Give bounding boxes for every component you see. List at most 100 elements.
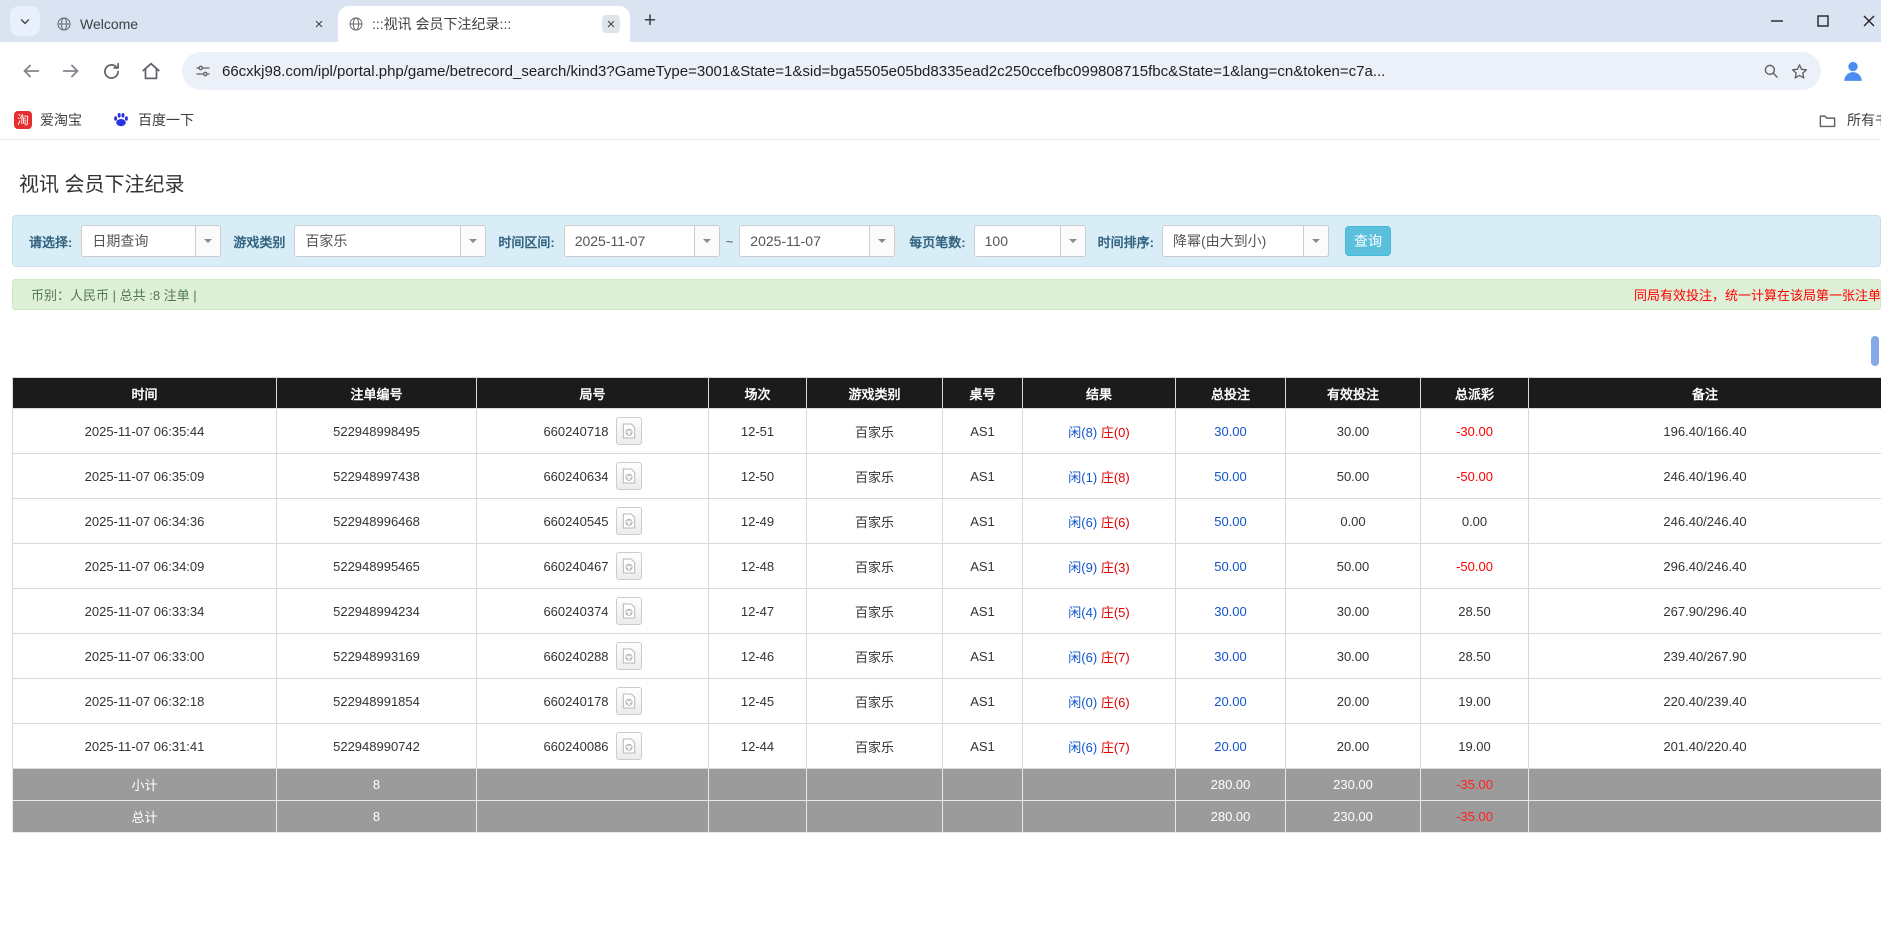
zoom-icon[interactable] bbox=[1762, 62, 1780, 80]
video-replay-button[interactable] bbox=[616, 507, 642, 535]
chevron-down-icon[interactable] bbox=[1303, 226, 1328, 256]
subtotal-total-bet: 280.00 bbox=[1176, 769, 1286, 801]
cell-total-bet[interactable]: 50.00 bbox=[1176, 454, 1286, 499]
video-replay-button[interactable] bbox=[616, 552, 642, 580]
video-replay-button[interactable] bbox=[616, 597, 642, 625]
close-window-button[interactable] bbox=[1846, 0, 1881, 42]
query-type-select[interactable]: 日期查询 bbox=[81, 225, 221, 257]
forward-button[interactable] bbox=[54, 54, 88, 88]
taobao-icon: 淘 bbox=[14, 111, 32, 129]
back-button[interactable] bbox=[14, 54, 48, 88]
bookmarks-bar: 淘 爱淘宝 百度一下 所有书签 bbox=[0, 100, 1881, 140]
chevron-down-icon[interactable] bbox=[694, 226, 719, 256]
subtotal-payout: -35.00 bbox=[1421, 769, 1529, 801]
bookmark-baidu[interactable]: 百度一下 bbox=[112, 110, 194, 130]
result-player: 闲(1) bbox=[1068, 470, 1097, 485]
video-replay-button[interactable] bbox=[616, 732, 642, 760]
video-replay-button[interactable] bbox=[616, 642, 642, 670]
chevron-down-icon[interactable] bbox=[195, 226, 220, 256]
tilde-separator: ~ bbox=[726, 234, 734, 249]
col-valid-bet: 有效投注 bbox=[1286, 378, 1421, 409]
round-number: 660240086 bbox=[543, 739, 608, 754]
cell-total-bet[interactable]: 20.00 bbox=[1176, 724, 1286, 769]
sort-value: 降幂(由大到小) bbox=[1163, 226, 1303, 256]
cell-total-bet[interactable]: 50.00 bbox=[1176, 499, 1286, 544]
cell-valid-bet: 30.00 bbox=[1286, 409, 1421, 454]
cell-valid-bet: 50.00 bbox=[1286, 454, 1421, 499]
sort-select[interactable]: 降幂(由大到小) bbox=[1162, 225, 1329, 257]
browser-toolbar: 66cxkj98.com/ipl/portal.php/game/betreco… bbox=[0, 42, 1881, 100]
site-info-icon[interactable] bbox=[194, 62, 212, 80]
url-text[interactable]: 66cxkj98.com/ipl/portal.php/game/betreco… bbox=[222, 63, 1752, 80]
result-banker: 庄(6) bbox=[1101, 695, 1130, 710]
cell-game-type: 百家乐 bbox=[807, 499, 943, 544]
cell-total-bet[interactable]: 20.00 bbox=[1176, 679, 1286, 724]
reload-button[interactable] bbox=[94, 54, 128, 88]
video-replay-button[interactable] bbox=[616, 462, 642, 490]
maximize-button[interactable] bbox=[1800, 0, 1846, 42]
url-bar[interactable]: 66cxkj98.com/ipl/portal.php/game/betreco… bbox=[182, 52, 1821, 90]
cell-total-bet[interactable]: 30.00 bbox=[1176, 589, 1286, 634]
table-row: 2025-11-07 06:33:00522948993169660240288… bbox=[13, 634, 1881, 679]
cell-game-type: 百家乐 bbox=[807, 679, 943, 724]
cell-total-bet[interactable]: 50.00 bbox=[1176, 544, 1286, 589]
cell-round: 660240288 bbox=[477, 634, 709, 679]
result-banker: 庄(8) bbox=[1101, 470, 1130, 485]
video-replay-button[interactable] bbox=[616, 687, 642, 715]
col-note: 备注 bbox=[1529, 378, 1881, 409]
tab-welcome[interactable]: Welcome × bbox=[46, 6, 338, 42]
table-row: 2025-11-07 06:33:34522948994234660240374… bbox=[13, 589, 1881, 634]
chevron-down-icon[interactable] bbox=[460, 226, 485, 256]
tab-search-button[interactable] bbox=[10, 6, 40, 36]
per-page-label: 每页笔数: bbox=[909, 232, 965, 251]
total-payout: -35.00 bbox=[1421, 801, 1529, 833]
col-round: 局号 bbox=[477, 378, 709, 409]
cell-note: 201.40/220.40 bbox=[1529, 724, 1881, 769]
profile-avatar[interactable] bbox=[1835, 53, 1871, 89]
scrollbar-thumb[interactable] bbox=[1871, 336, 1879, 366]
cell-table-no: AS1 bbox=[943, 589, 1023, 634]
tab-betrecord[interactable]: :::视讯 会员下注纪录::: × bbox=[338, 6, 630, 42]
col-session: 场次 bbox=[709, 378, 807, 409]
date-from-select[interactable]: 2025-11-07 bbox=[564, 225, 720, 257]
total-valid-bet: 230.00 bbox=[1286, 801, 1421, 833]
subtotal-count: 8 bbox=[277, 769, 477, 801]
close-icon[interactable]: × bbox=[310, 15, 328, 33]
cell-payout: 0.00 bbox=[1421, 499, 1529, 544]
cell-round: 660240467 bbox=[477, 544, 709, 589]
home-button[interactable] bbox=[134, 54, 168, 88]
cell-game-type: 百家乐 bbox=[807, 724, 943, 769]
table-row: 2025-11-07 06:34:36522948996468660240545… bbox=[13, 499, 1881, 544]
table-row: 2025-11-07 06:35:09522948997438660240634… bbox=[13, 454, 1881, 499]
tab-title: Welcome bbox=[80, 16, 302, 32]
cell-total-bet[interactable]: 30.00 bbox=[1176, 409, 1286, 454]
cell-valid-bet: 30.00 bbox=[1286, 589, 1421, 634]
date-to-select[interactable]: 2025-11-07 bbox=[739, 225, 895, 257]
cell-total-bet[interactable]: 30.00 bbox=[1176, 634, 1286, 679]
round-number: 660240467 bbox=[543, 559, 608, 574]
bookmark-taobao[interactable]: 淘 爱淘宝 bbox=[14, 110, 82, 130]
new-tab-button[interactable]: + bbox=[636, 7, 664, 35]
all-bookmarks[interactable]: 所有书签 bbox=[1808, 100, 1881, 140]
result-banker: 庄(5) bbox=[1101, 605, 1130, 620]
search-button[interactable]: 查询 bbox=[1345, 226, 1391, 256]
window-controls bbox=[1754, 0, 1881, 42]
minimize-button[interactable] bbox=[1754, 0, 1800, 42]
game-type-label: 游戏类别 bbox=[233, 232, 285, 251]
chevron-down-icon[interactable] bbox=[869, 226, 894, 256]
cell-bet-id: 522948994234 bbox=[277, 589, 477, 634]
page-title: 视讯 会员下注纪录 bbox=[19, 168, 1881, 197]
video-replay-button[interactable] bbox=[616, 417, 642, 445]
per-page-select[interactable]: 100 bbox=[974, 225, 1086, 257]
bookmark-star-icon[interactable] bbox=[1790, 62, 1809, 81]
tab-strip: Welcome × :::视讯 会员下注纪录::: × + bbox=[0, 0, 1881, 42]
cell-game-type: 百家乐 bbox=[807, 634, 943, 679]
close-icon[interactable]: × bbox=[602, 15, 620, 33]
chevron-down-icon[interactable] bbox=[1060, 226, 1085, 256]
cell-result: 闲(6) 庄(7) bbox=[1023, 634, 1176, 679]
cell-result: 闲(1) 庄(8) bbox=[1023, 454, 1176, 499]
game-type-select[interactable]: 百家乐 bbox=[294, 225, 486, 257]
cell-payout: -50.00 bbox=[1421, 544, 1529, 589]
cell-result: 闲(4) 庄(5) bbox=[1023, 589, 1176, 634]
cell-result: 闲(8) 庄(0) bbox=[1023, 409, 1176, 454]
